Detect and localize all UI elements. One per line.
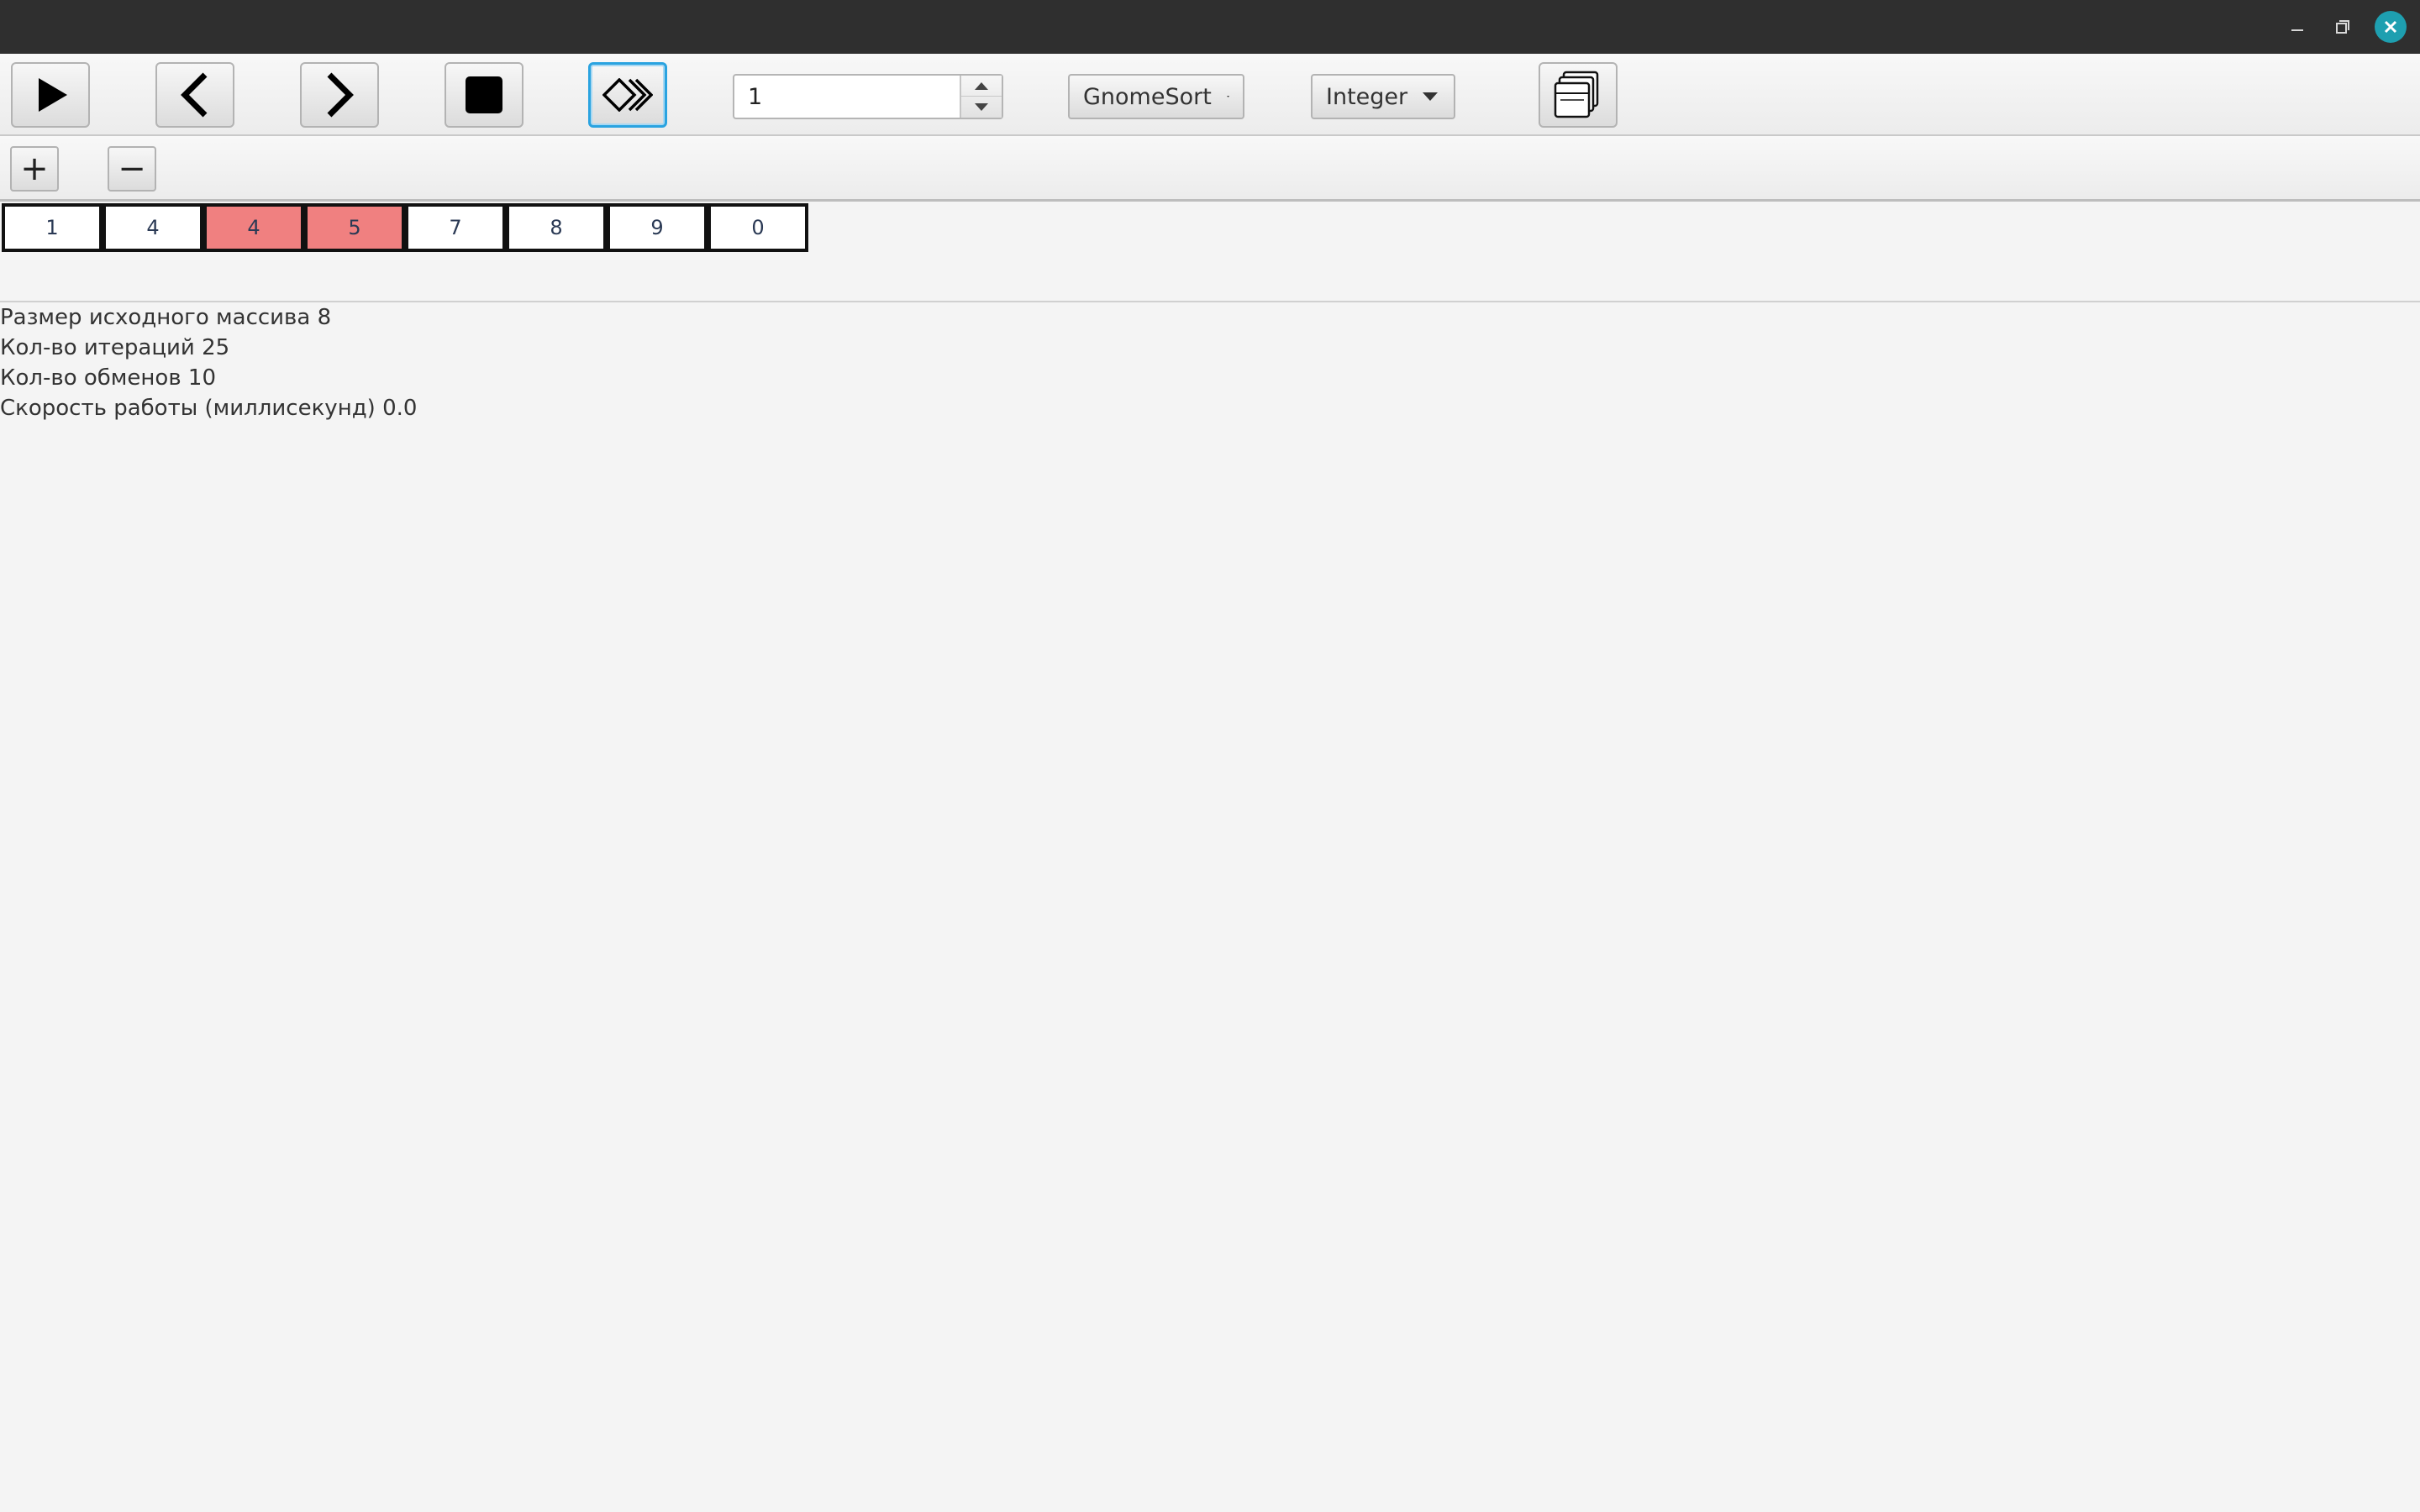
chevron-down-icon bbox=[1423, 92, 1439, 101]
remove-element-button[interactable]: − bbox=[108, 146, 156, 192]
array-size-toolbar: + − bbox=[0, 136, 2420, 202]
next-icon bbox=[327, 72, 354, 118]
array-cell-compared: 5 bbox=[304, 203, 405, 252]
stat-array-size: Размер исходного массива 8 bbox=[0, 305, 332, 330]
array-cell: 8 bbox=[506, 203, 607, 252]
array-cell-compared: 4 bbox=[203, 203, 304, 252]
data-type-select[interactable]: Integer bbox=[1311, 74, 1455, 119]
array-cells: 1 4 4 5 7 8 9 0 bbox=[2, 203, 808, 252]
stat-swaps: Кол-во обменов 10 bbox=[0, 365, 216, 391]
spinner-arrows bbox=[960, 76, 1002, 118]
minus-icon: − bbox=[118, 150, 146, 188]
algorithm-select-value: GnomeSort bbox=[1083, 83, 1212, 110]
minimize-icon bbox=[2291, 29, 2303, 31]
array-view: 1 4 4 5 7 8 9 0 bbox=[0, 202, 2420, 302]
statistics-panel: Размер исходного массива 8 Кол-во итерац… bbox=[0, 302, 417, 423]
delay-spinner bbox=[733, 74, 1003, 119]
main-toolbar: GnomeSort Integer bbox=[0, 54, 2420, 136]
export-button[interactable] bbox=[1539, 62, 1618, 128]
spinner-increment-button[interactable] bbox=[961, 76, 1002, 97]
fast-forward-button[interactable] bbox=[588, 62, 667, 128]
close-icon bbox=[2384, 20, 2397, 34]
plus-icon: + bbox=[20, 150, 49, 188]
play-icon bbox=[39, 78, 67, 112]
add-element-button[interactable]: + bbox=[10, 146, 59, 192]
array-cell: 7 bbox=[405, 203, 506, 252]
minimize-button[interactable] bbox=[2282, 12, 2312, 42]
previous-icon bbox=[181, 72, 208, 118]
previous-step-button[interactable] bbox=[155, 62, 234, 128]
chevron-up-icon bbox=[975, 82, 988, 90]
array-cell: 9 bbox=[607, 203, 708, 252]
stop-icon bbox=[466, 76, 502, 113]
delay-input[interactable] bbox=[734, 76, 961, 118]
data-type-select-value: Integer bbox=[1326, 83, 1408, 110]
play-button[interactable] bbox=[11, 62, 90, 128]
maximize-icon bbox=[2336, 20, 2349, 34]
spinner-decrement-button[interactable] bbox=[961, 97, 1002, 118]
close-button[interactable] bbox=[2375, 11, 2407, 43]
export-icon bbox=[1554, 71, 1599, 118]
stat-iterations: Кол-во итераций 25 bbox=[0, 335, 230, 360]
next-step-button[interactable] bbox=[300, 62, 379, 128]
stop-button[interactable] bbox=[445, 62, 523, 128]
chevron-down-icon bbox=[1226, 96, 1229, 97]
fast-forward-icon bbox=[602, 78, 653, 112]
array-cell: 0 bbox=[708, 203, 808, 252]
maximize-button[interactable] bbox=[2328, 12, 2358, 42]
stat-speed: Скорость работы (миллисекунд) 0.0 bbox=[0, 396, 418, 421]
array-cell: 4 bbox=[103, 203, 203, 252]
title-bar bbox=[0, 0, 2420, 54]
array-cell: 1 bbox=[2, 203, 103, 252]
algorithm-select[interactable]: GnomeSort bbox=[1068, 74, 1244, 119]
chevron-down-icon bbox=[975, 102, 988, 111]
